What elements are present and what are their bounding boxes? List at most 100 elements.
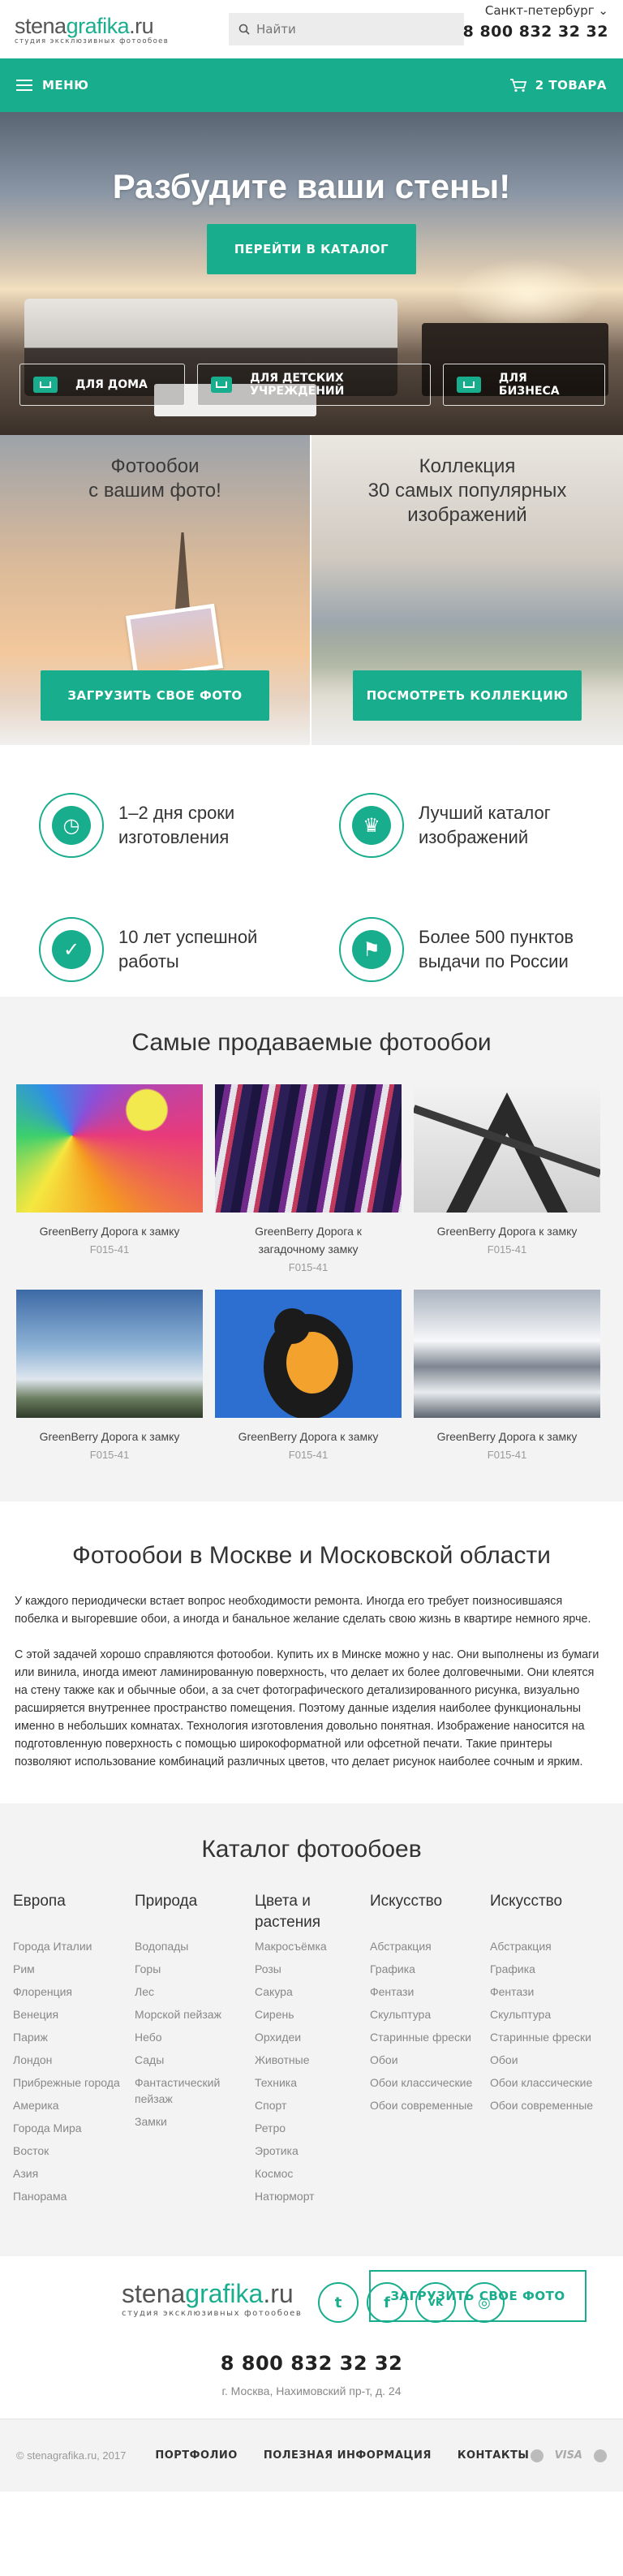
catalog-link[interactable]: Абстракция	[370, 1938, 490, 1954]
catalog-link[interactable]: Животные	[255, 2052, 370, 2068]
catalog-link[interactable]: Морской пейзаж	[135, 2006, 255, 2022]
catalog-link[interactable]: Города Мира	[13, 2120, 135, 2136]
catalog-link[interactable]: Америка	[13, 2097, 135, 2113]
product-card[interactable]: GreenBerry Дорога к замку F015-41	[414, 1290, 600, 1461]
catalog-link[interactable]: Сакура	[255, 1984, 370, 2000]
catalog-link[interactable]: Рим	[13, 1961, 135, 1977]
category-business-button[interactable]: ДЛЯ БИЗНЕСА	[443, 364, 605, 406]
footer-phone[interactable]: 8 800 832 32 32	[0, 2352, 623, 2375]
catalog-link[interactable]: Горы	[135, 1961, 255, 1977]
category-home-button[interactable]: ДЛЯ ДОМА	[19, 364, 185, 406]
vk-icon[interactable]: vk	[415, 2282, 456, 2323]
seo-section: Фотообои в Москве и Московской области У…	[0, 1501, 623, 1803]
catalog-link[interactable]: Фантастический пейзаж	[135, 2074, 255, 2107]
view-collection-button[interactable]: ПОСМОТРЕТЬ КОЛЛЕКЦИЮ	[353, 670, 582, 721]
product-name[interactable]: GreenBerry Дорога к загадочному замку	[215, 1222, 402, 1258]
product-name[interactable]: GreenBerry Дорога к замку	[16, 1222, 203, 1240]
logo[interactable]: stenagrafika.ru студия эксклюзивных фото…	[15, 14, 201, 45]
catalog-link[interactable]: Замки	[135, 2113, 255, 2130]
search-input[interactable]	[256, 22, 451, 37]
facebook-icon[interactable]: f	[367, 2282, 407, 2323]
catalog-link[interactable]: Фентази	[490, 1984, 612, 2000]
catalog-link[interactable]: Макросъёмка	[255, 1938, 370, 1954]
catalog-link[interactable]: Розы	[255, 1961, 370, 1977]
catalog-link[interactable]: Графика	[490, 1961, 612, 1977]
product-image[interactable]	[412, 1084, 602, 1213]
logo-part-3: .ru	[263, 2279, 294, 2308]
catalog-link[interactable]: Азия	[13, 2165, 135, 2182]
catalog-column-heading[interactable]: Природа	[135, 1891, 255, 1938]
product-image[interactable]	[16, 1084, 203, 1213]
footer-link-portfolio[interactable]: ПОРТФОЛИО	[155, 2449, 238, 2462]
promo-upload: Фотообои с вашим фото! ЗАГРУЗИТЬ СВОЕ ФОТ…	[0, 435, 312, 745]
upload-photo-button[interactable]: ЗАГРУЗИТЬ СВОЕ ФОТО	[41, 670, 269, 721]
go-to-catalog-button[interactable]: ПЕРЕЙТИ В КАТАЛОГ	[207, 224, 416, 274]
catalog-link[interactable]: Города Италии	[13, 1938, 135, 1954]
feature-item: ♛ Лучший каталог изображений	[339, 778, 615, 872]
product-name[interactable]: GreenBerry Дорога к замку	[215, 1428, 402, 1445]
product-card[interactable]: GreenBerry Дорога к замку F015-41	[16, 1084, 203, 1273]
catalog-column-heading[interactable]: Европа	[13, 1891, 135, 1938]
catalog-link[interactable]: Водопады	[135, 1938, 255, 1954]
catalog-link[interactable]: Космос	[255, 2165, 370, 2182]
catalog-link[interactable]: Флоренция	[13, 1984, 135, 2000]
menu-button[interactable]: МЕНЮ	[16, 78, 88, 93]
catalog-link[interactable]: Панорама	[13, 2188, 135, 2204]
product-card[interactable]: GreenBerry Дорога к замку F015-41	[16, 1290, 203, 1461]
footer-logo[interactable]: stenagrafika.ru студия эксклюзивных фото…	[122, 2279, 302, 2318]
catalog-link[interactable]: Обои классические	[490, 2074, 612, 2091]
product-image[interactable]	[414, 1290, 600, 1418]
catalog-link[interactable]: Обои	[370, 2052, 490, 2068]
catalog-link[interactable]: Техника	[255, 2074, 370, 2091]
catalog-link[interactable]: Сирень	[255, 2006, 370, 2022]
cart-button[interactable]: 2 ТОВАРА	[509, 78, 607, 93]
catalog-link[interactable]: Небо	[135, 2029, 255, 2045]
product-card[interactable]: GreenBerry Дорога к замку F015-41	[412, 1084, 602, 1273]
city-selector[interactable]: Санкт-петербург ⌄	[463, 3, 608, 18]
catalog-link[interactable]: Прибрежные города	[13, 2074, 135, 2091]
category-kids-button[interactable]: ДЛЯ ДЕТСКИХ УЧРЕЖДЕНИЙ	[197, 364, 431, 406]
catalog-link[interactable]: Скульптура	[490, 2006, 612, 2022]
catalog-link[interactable]: Скульптура	[370, 2006, 490, 2022]
footer-link-contacts[interactable]: КОНТАКТЫ	[458, 2449, 529, 2462]
catalog-link[interactable]: Лес	[135, 1984, 255, 2000]
catalog-link[interactable]: Лондон	[13, 2052, 135, 2068]
twitter-icon[interactable]: t	[318, 2282, 359, 2323]
catalog-link[interactable]: Париж	[13, 2029, 135, 2045]
catalog-link[interactable]: Обои классические	[370, 2074, 490, 2091]
search-box[interactable]	[229, 13, 464, 45]
header-phone[interactable]: 8 800 832 32 32	[463, 23, 608, 41]
catalog-link[interactable]: Обои современные	[370, 2097, 490, 2113]
payment-methods: VISA	[530, 2449, 607, 2462]
footer-link-info[interactable]: ПОЛЕЗНАЯ ИНФОРМАЦИЯ	[264, 2449, 432, 2462]
catalog-link[interactable]: Старинные фрески	[490, 2029, 612, 2045]
catalog-link[interactable]: Натюрморт	[255, 2188, 370, 2204]
product-name[interactable]: GreenBerry Дорога к замку	[16, 1428, 203, 1445]
cartoon-image	[264, 1308, 353, 1419]
catalog-link[interactable]: Спорт	[255, 2097, 370, 2113]
catalog-link[interactable]: Сады	[135, 2052, 255, 2068]
catalog-link[interactable]: Венеция	[13, 2006, 135, 2022]
catalog-link[interactable]: Ретро	[255, 2120, 370, 2136]
logo-tagline: студия эксклюзивных фотообоев	[15, 37, 170, 45]
product-name[interactable]: GreenBerry Дорога к замку	[414, 1428, 600, 1445]
catalog-link[interactable]: Обои современные	[490, 2097, 612, 2113]
catalog-link[interactable]: Фентази	[370, 1984, 490, 2000]
product-name[interactable]: GreenBerry Дорога к замку	[414, 1222, 600, 1240]
catalog-column-heading[interactable]: Цвета и растения	[255, 1891, 344, 1938]
catalog-link[interactable]: Обои	[490, 2052, 612, 2068]
catalog-link[interactable]: Графика	[370, 1961, 490, 1977]
catalog-link[interactable]: Восток	[13, 2143, 135, 2159]
product-image[interactable]	[16, 1290, 203, 1418]
catalog-link[interactable]: Орхидеи	[255, 2029, 370, 2045]
catalog-link[interactable]: Абстракция	[490, 1938, 612, 1954]
catalog-link[interactable]: Эротика	[255, 2143, 370, 2159]
product-card[interactable]: GreenBerry Дорога к замку F015-41	[215, 1290, 402, 1461]
product-image[interactable]	[215, 1290, 402, 1419]
catalog-column-heading[interactable]: Искусство	[490, 1891, 612, 1938]
product-image[interactable]	[215, 1084, 402, 1213]
instagram-icon[interactable]: ◎	[464, 2282, 505, 2323]
catalog-link[interactable]: Старинные фрески	[370, 2029, 490, 2045]
product-card[interactable]: GreenBerry Дорога к загадочному замку F01…	[215, 1084, 402, 1273]
catalog-column-heading[interactable]: Искусство	[370, 1891, 490, 1938]
